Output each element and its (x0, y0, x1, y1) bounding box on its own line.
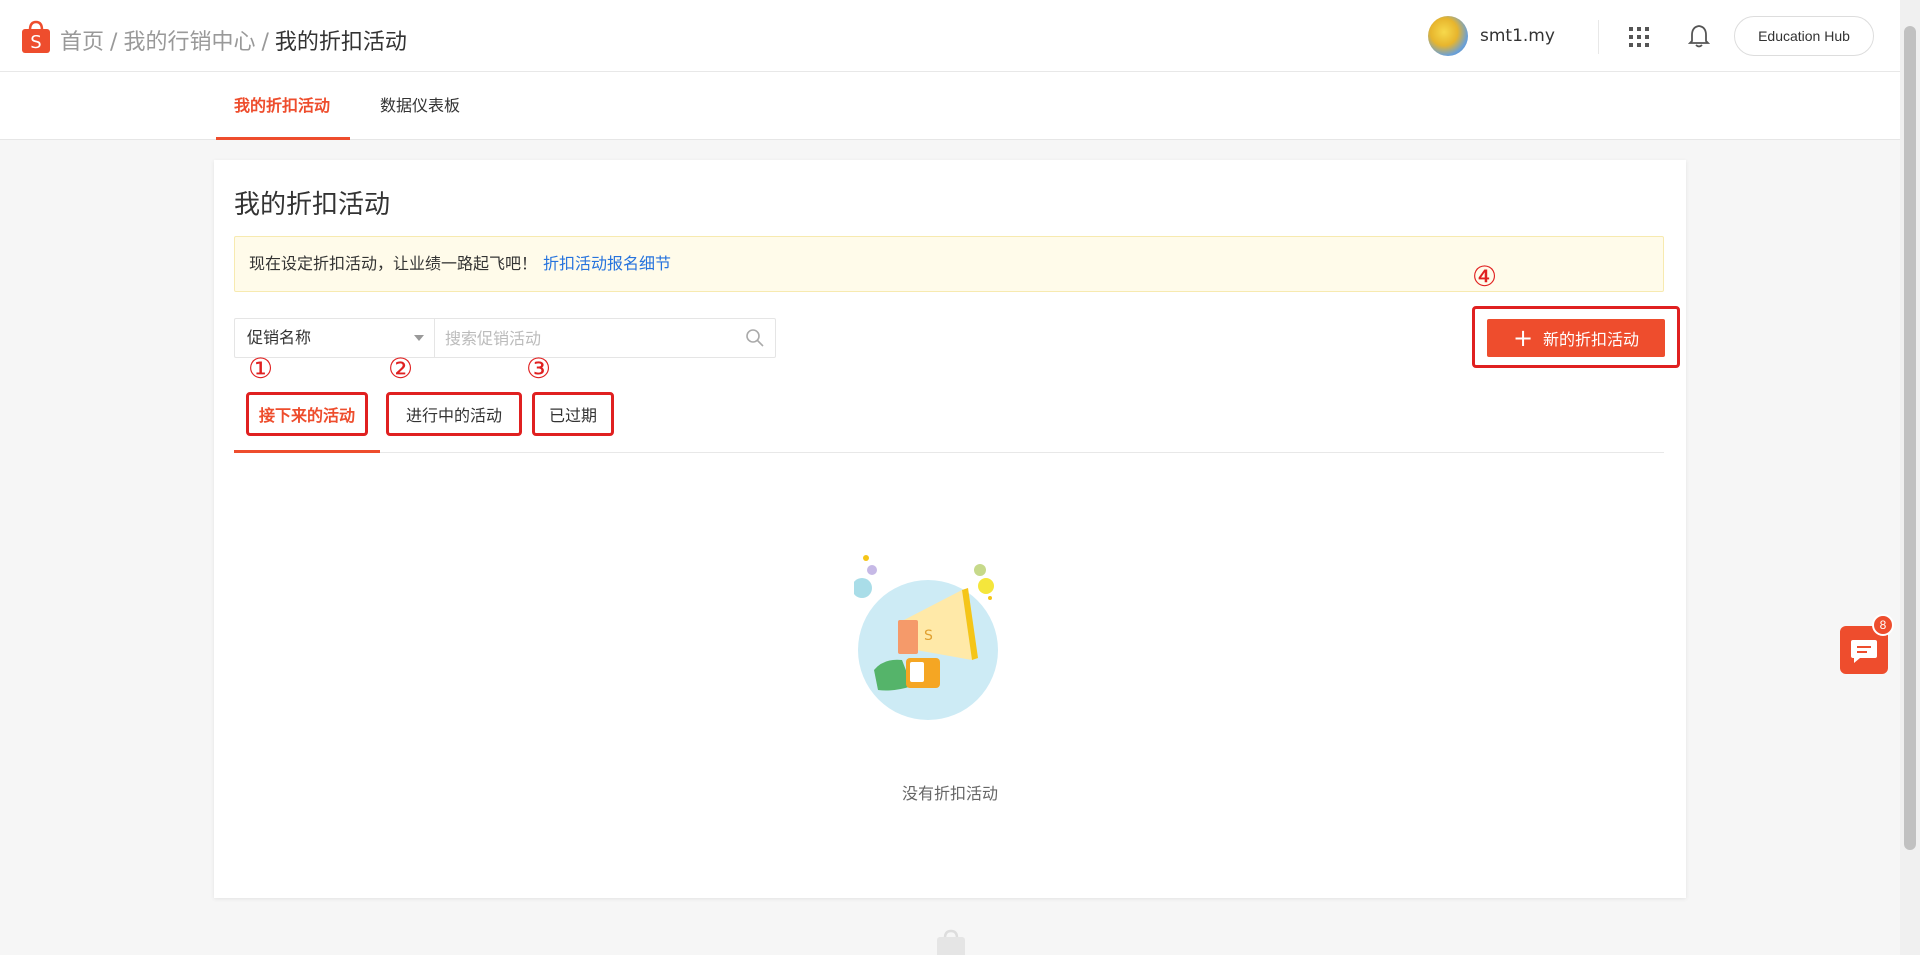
search-icon[interactable] (745, 328, 765, 348)
tabs-divider (234, 452, 1664, 453)
svg-text:S: S (924, 628, 933, 644)
shopee-logo-icon[interactable]: S (20, 20, 52, 54)
top-bar: S 首页 / 我的行销中心 / 我的折扣活动 smt1.my Education Hub (0, 0, 1900, 72)
annotation-marker-1: ① (248, 352, 274, 385)
breadcrumb: 首页 / 我的行销中心 / 我的折扣活动 (60, 24, 407, 56)
tab-my-discounts[interactable]: 我的折扣活动 (215, 72, 351, 140)
page-title: 我的折扣活动 (234, 190, 391, 220)
sub-navigation: 我的折扣活动 数据仪表板 (0, 72, 1900, 140)
empty-state-text: 没有折扣活动 (901, 784, 998, 803)
avatar (1428, 16, 1468, 56)
user-menu[interactable]: smt1.my (1428, 16, 1555, 56)
caret-down-icon (414, 335, 424, 341)
svg-text:S: S (30, 32, 41, 53)
plus-icon: + (1512, 324, 1534, 352)
scrollbar-thumb[interactable] (1904, 26, 1916, 850)
apps-grid-icon[interactable] (1628, 26, 1650, 48)
breadcrumb-marketing-centre[interactable]: 我的行销中心 (123, 30, 255, 55)
breadcrumb-home[interactable]: 首页 (60, 30, 104, 55)
notice-link[interactable]: 折扣活动报名细节 (543, 254, 671, 273)
tab-data-dashboard[interactable]: 数据仪表板 (380, 72, 460, 140)
search-input[interactable] (435, 319, 775, 357)
breadcrumb-current: 我的折扣活动 (274, 30, 407, 55)
tab-upcoming[interactable]: 接下来的活动 (246, 392, 368, 436)
education-hub-button[interactable]: Education Hub (1734, 16, 1874, 56)
megaphone-illustration-icon: S (854, 555, 998, 720)
username: smt1.my (1480, 26, 1555, 46)
tab-expired[interactable]: 已过期 (532, 392, 614, 436)
new-discount-label: 新的折扣活动 (1543, 330, 1640, 349)
chat-unread-badge: 8 (1872, 614, 1894, 636)
search-box: 促销名称 (234, 318, 776, 358)
page-scrollbar[interactable] (1900, 0, 1920, 955)
shopee-footer-logo-icon (937, 929, 965, 955)
annotation-marker-3: ③ (526, 352, 552, 385)
new-discount-button[interactable]: + 新的折扣活动 (1487, 319, 1665, 357)
notice-text: 现在设定折扣活动，让业绩一路起飞吧！ (249, 254, 538, 273)
search-select-value: 促销名称 (247, 328, 312, 347)
breadcrumb-separator: / (261, 30, 269, 55)
header-divider (1598, 20, 1599, 54)
active-tab-underline (234, 450, 380, 453)
annotation-marker-4: ④ (1472, 260, 1498, 293)
annotation-marker-2: ② (388, 352, 414, 385)
tab-ongoing[interactable]: 进行中的活动 (386, 392, 522, 436)
annotation-box-new-button: + 新的折扣活动 (1472, 306, 1680, 368)
breadcrumb-separator: / (110, 30, 118, 55)
bell-icon[interactable] (1688, 24, 1710, 48)
notice-banner: 现在设定折扣活动，让业绩一路起飞吧！ 折扣活动报名细节 (234, 236, 1664, 292)
discount-card: 我的折扣活动 现在设定折扣活动，让业绩一路起飞吧！ 折扣活动报名细节 促销名称 ④… (214, 160, 1686, 898)
